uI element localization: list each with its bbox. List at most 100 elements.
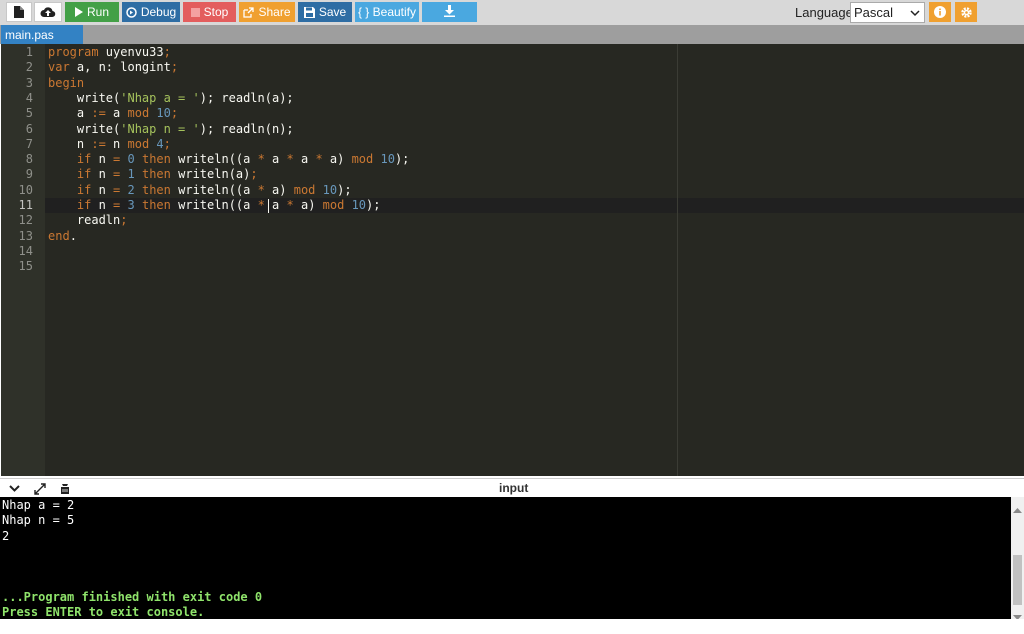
debug-label: Debug xyxy=(140,5,177,19)
code-token: then xyxy=(141,182,171,197)
code-token: 4 xyxy=(156,136,164,151)
code-token: program xyxy=(48,45,99,59)
file-icon xyxy=(14,6,24,18)
code-token: mod xyxy=(322,198,345,212)
code-token: 10 xyxy=(322,182,338,197)
code-token: * xyxy=(315,152,323,167)
expand-console-button[interactable] xyxy=(32,481,48,496)
expand-icon xyxy=(34,482,46,495)
code-area[interactable]: program uyenvu33; var a, n: longint; begin… xyxy=(45,44,1024,476)
code-token: a xyxy=(105,106,128,121)
code-token: ); xyxy=(394,152,410,167)
code-token: writeln((a xyxy=(170,182,258,197)
code-token: var xyxy=(48,60,70,75)
debug-button[interactable]: Debug xyxy=(122,2,180,22)
collapse-console-button[interactable] xyxy=(6,481,22,496)
console-output[interactable]: Nhap a = 2 Nhap n = 5 2 ...Program finished… xyxy=(0,497,1011,619)
console-line: Press ENTER to exit console. xyxy=(2,605,205,619)
line-number: 5 xyxy=(25,106,33,121)
code-token: then xyxy=(141,167,171,182)
code-token: a xyxy=(293,152,316,167)
code-token: readln xyxy=(48,213,121,228)
code-token: ; xyxy=(170,106,179,121)
code-token: 0 xyxy=(127,152,135,167)
tab-main-pas[interactable]: main.pas xyxy=(1,25,83,44)
line-number: 2 xyxy=(25,60,33,75)
language-select[interactable]: Pascal xyxy=(850,2,925,23)
code-line: n := n mod 4; xyxy=(48,137,171,152)
code-line: if n = 2 then writeln((a * a) mod 10); xyxy=(48,183,352,198)
stop-label: Stop xyxy=(203,5,229,19)
scroll-up-arrow[interactable] xyxy=(1013,500,1022,518)
line-number: 9 xyxy=(25,167,33,182)
settings-button[interactable] xyxy=(955,2,977,22)
line-number: 14 xyxy=(18,243,33,258)
code-token: * xyxy=(286,198,294,212)
code-token: * xyxy=(257,198,265,212)
triangle-up-icon xyxy=(1013,508,1022,513)
share-button[interactable]: Share xyxy=(239,2,295,22)
code-line: readln; xyxy=(48,213,128,228)
language-label: Language xyxy=(795,5,853,20)
beautify-button[interactable]: { } Beautify xyxy=(355,2,419,22)
code-token: ); readln(n); xyxy=(199,121,294,136)
tab-label: main.pas xyxy=(5,27,54,42)
code-token: := xyxy=(91,106,106,121)
new-file-button[interactable] xyxy=(6,2,32,22)
console-line: 2 xyxy=(2,528,10,543)
run-label: Run xyxy=(86,5,109,19)
code-token: mod xyxy=(293,182,316,197)
stop-button[interactable]: Stop xyxy=(183,2,236,22)
code-token: write( xyxy=(48,121,121,136)
line-number: 3 xyxy=(25,75,33,90)
chevron-down-icon xyxy=(910,10,920,17)
code-line: var a, n: longint; xyxy=(48,60,178,75)
code-token: 3 xyxy=(127,198,135,212)
code-line: write('Nhap n = '); readln(n); xyxy=(48,122,294,137)
code-token: write( xyxy=(48,90,121,105)
code-token: 10 xyxy=(351,198,367,212)
code-token: * xyxy=(286,152,294,167)
console-scrollbar-thumb[interactable] xyxy=(1013,555,1022,605)
run-button[interactable]: Run xyxy=(65,2,119,22)
code-editor[interactable]: 1 2 3 4 5 6 7 8 9 10 11 12 13 14 15 program uyenvu33; v… xyxy=(1,44,1024,476)
code-token: ; xyxy=(163,45,171,59)
share-icon xyxy=(243,6,255,18)
play-icon xyxy=(74,7,83,17)
download-icon xyxy=(444,4,455,20)
upload-button[interactable] xyxy=(34,2,62,22)
clear-console-button[interactable] xyxy=(57,481,73,496)
print-margin xyxy=(677,44,678,476)
save-button[interactable]: Save xyxy=(298,2,352,22)
cloud-upload-icon xyxy=(40,7,56,18)
save-label: Save xyxy=(318,5,347,19)
code-token: ); xyxy=(366,198,381,212)
code-token: a xyxy=(264,152,287,167)
code-token: a) xyxy=(264,182,294,197)
code-line: if n = 3 then writeln((a * a * a) mod 10… xyxy=(48,198,381,213)
code-token: n xyxy=(91,198,114,212)
info-button[interactable] xyxy=(929,2,951,22)
code-token: * xyxy=(257,152,265,167)
code-token: end xyxy=(48,228,70,243)
line-number: 7 xyxy=(25,136,33,151)
line-number: 6 xyxy=(25,121,33,136)
code-token: 1 xyxy=(127,167,135,182)
code-token: ); xyxy=(337,182,352,197)
code-token: writeln((a xyxy=(170,152,258,167)
floppy-disk-icon xyxy=(303,6,315,18)
download-button[interactable] xyxy=(422,2,477,22)
code-token: ; xyxy=(250,167,258,182)
code-token: ; xyxy=(120,213,128,228)
console-line: Nhap a = 2 xyxy=(2,498,75,512)
code-token: a, n: longint xyxy=(69,60,171,75)
code-token: := xyxy=(91,136,106,151)
